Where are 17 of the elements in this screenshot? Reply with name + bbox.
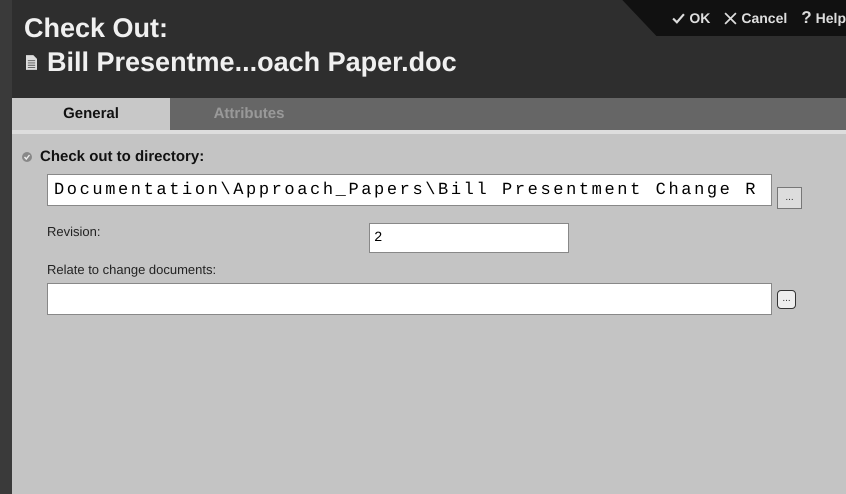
toolbar-button[interactable]: ? Help	[801, 8, 846, 28]
document-icon	[26, 54, 37, 70]
change-documents-field[interactable]	[47, 283, 772, 315]
field-label: Relate to change documents:	[47, 262, 218, 277]
field-label: Revision:	[47, 224, 102, 239]
dialog-title: Check Out:	[24, 12, 168, 44]
toolbar-button[interactable]: OK	[672, 10, 710, 26]
document-name: Bill Presentme...oach Paper.doc	[47, 46, 457, 78]
browse-button[interactable]: ...	[777, 187, 802, 209]
toolbar-button[interactable]: Cancel	[724, 10, 788, 26]
directory-field[interactable]: Documentation\Approach_Papers\Bill Presentment Change R	[47, 174, 772, 206]
revision-field[interactable]: 2	[369, 223, 569, 253]
close-icon	[724, 12, 738, 24]
tab[interactable]: General	[12, 98, 170, 130]
field-label: Check out to directory:	[40, 148, 204, 165]
browse-button[interactable]: ...	[777, 290, 796, 308]
check-icon	[672, 12, 686, 24]
